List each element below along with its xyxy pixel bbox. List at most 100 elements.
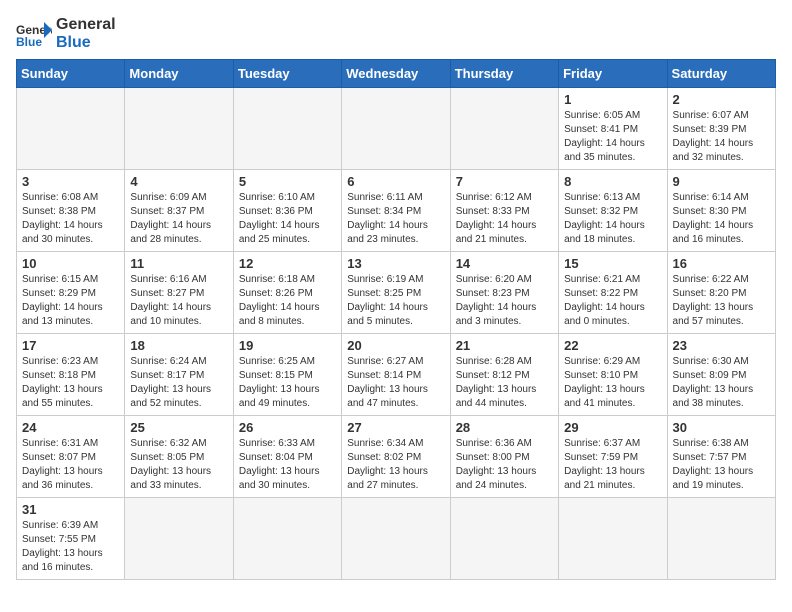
day-number: 23 (673, 338, 770, 353)
calendar-cell: 27 Sunrise: 6:34 AM Sunset: 8:02 PM Dayli… (342, 416, 450, 498)
day-info: Sunrise: 6:11 AM Sunset: 8:34 PM Dayligh… (347, 191, 444, 247)
calendar-cell: 29 Sunrise: 6:37 AM Sunset: 7:59 PM Dayli… (559, 416, 667, 498)
calendar-cell (125, 88, 233, 170)
day-number: 30 (673, 420, 770, 435)
day-number: 25 (130, 420, 227, 435)
day-number: 15 (564, 256, 661, 271)
calendar-cell (450, 498, 558, 580)
day-header-saturday: Saturday (667, 60, 775, 88)
logo: General Blue General Blue (16, 16, 116, 51)
day-info: Sunrise: 6:37 AM Sunset: 7:59 PM Dayligh… (564, 437, 661, 493)
day-number: 13 (347, 256, 444, 271)
day-info: Sunrise: 6:22 AM Sunset: 8:20 PM Dayligh… (673, 273, 770, 329)
day-info: Sunrise: 6:19 AM Sunset: 8:25 PM Dayligh… (347, 273, 444, 329)
calendar-cell: 25 Sunrise: 6:32 AM Sunset: 8:05 PM Dayli… (125, 416, 233, 498)
day-number: 11 (130, 256, 227, 271)
day-number: 5 (239, 174, 336, 189)
day-info: Sunrise: 6:39 AM Sunset: 7:55 PM Dayligh… (22, 519, 119, 575)
day-number: 17 (22, 338, 119, 353)
day-number: 10 (22, 256, 119, 271)
day-info: Sunrise: 6:21 AM Sunset: 8:22 PM Dayligh… (564, 273, 661, 329)
day-info: Sunrise: 6:07 AM Sunset: 8:39 PM Dayligh… (673, 109, 770, 165)
day-number: 27 (347, 420, 444, 435)
day-info: Sunrise: 6:15 AM Sunset: 8:29 PM Dayligh… (22, 273, 119, 329)
calendar-table: SundayMondayTuesdayWednesdayThursdayFrid… (16, 59, 776, 580)
calendar-cell: 22 Sunrise: 6:29 AM Sunset: 8:10 PM Dayli… (559, 334, 667, 416)
day-number: 21 (456, 338, 553, 353)
calendar-cell: 5 Sunrise: 6:10 AM Sunset: 8:36 PM Daylig… (233, 170, 341, 252)
calendar-cell: 18Sunrise: 6:24 AM Sunset: 8:17 PM Dayli… (125, 334, 233, 416)
day-number: 29 (564, 420, 661, 435)
calendar-cell: 26Sunrise: 6:33 AM Sunset: 8:04 PM Dayli… (233, 416, 341, 498)
day-number: 2 (673, 92, 770, 107)
calendar-cell (125, 498, 233, 580)
calendar-cell: 4Sunrise: 6:09 AM Sunset: 8:37 PM Daylig… (125, 170, 233, 252)
day-number: 20 (347, 338, 444, 353)
day-header-friday: Friday (559, 60, 667, 88)
calendar-cell: 30 Sunrise: 6:38 AM Sunset: 7:57 PM Dayli… (667, 416, 775, 498)
day-number: 26 (239, 420, 336, 435)
calendar-cell: 12 Sunrise: 6:18 AM Sunset: 8:26 PM Dayli… (233, 252, 341, 334)
day-number: 9 (673, 174, 770, 189)
day-info: Sunrise: 6:18 AM Sunset: 8:26 PM Dayligh… (239, 273, 336, 329)
day-number: 16 (673, 256, 770, 271)
day-number: 7 (456, 174, 553, 189)
calendar-cell: 31 Sunrise: 6:39 AM Sunset: 7:55 PM Dayli… (17, 498, 125, 580)
calendar-cell: 1Sunrise: 6:05 AM Sunset: 8:41 PM Daylig… (559, 88, 667, 170)
day-number: 28 (456, 420, 553, 435)
day-info: Sunrise: 6:14 AM Sunset: 8:30 PM Dayligh… (673, 191, 770, 247)
day-number: 6 (347, 174, 444, 189)
day-info: Sunrise: 6:38 AM Sunset: 7:57 PM Dayligh… (673, 437, 770, 493)
calendar-cell: 19 Sunrise: 6:25 AM Sunset: 8:15 PM Dayli… (233, 334, 341, 416)
calendar-cell: 21 Sunrise: 6:28 AM Sunset: 8:12 PM Dayli… (450, 334, 558, 416)
day-info: Sunrise: 6:25 AM Sunset: 8:15 PM Dayligh… (239, 355, 336, 411)
day-number: 8 (564, 174, 661, 189)
calendar-cell: 14 Sunrise: 6:20 AM Sunset: 8:23 PM Dayli… (450, 252, 558, 334)
day-number: 22 (564, 338, 661, 353)
calendar-cell (342, 88, 450, 170)
calendar-cell (559, 498, 667, 580)
calendar-cell: 15 Sunrise: 6:21 AM Sunset: 8:22 PM Dayli… (559, 252, 667, 334)
calendar-cell: 20 Sunrise: 6:27 AM Sunset: 8:14 PM Dayli… (342, 334, 450, 416)
calendar-cell: 23 Sunrise: 6:30 AM Sunset: 8:09 PM Dayli… (667, 334, 775, 416)
day-info: Sunrise: 6:32 AM Sunset: 8:05 PM Dayligh… (130, 437, 227, 493)
day-info: Sunrise: 6:28 AM Sunset: 8:12 PM Dayligh… (456, 355, 553, 411)
calendar-cell: 10 Sunrise: 6:15 AM Sunset: 8:29 PM Dayli… (17, 252, 125, 334)
calendar-cell (233, 88, 341, 170)
calendar-cell: 3 Sunrise: 6:08 AM Sunset: 8:38 PM Daylig… (17, 170, 125, 252)
day-header-tuesday: Tuesday (233, 60, 341, 88)
calendar-cell: 9 Sunrise: 6:14 AM Sunset: 8:30 PM Daylig… (667, 170, 775, 252)
day-info: Sunrise: 6:12 AM Sunset: 8:33 PM Dayligh… (456, 191, 553, 247)
day-info: Sunrise: 6:13 AM Sunset: 8:32 PM Dayligh… (564, 191, 661, 247)
day-info: Sunrise: 6:10 AM Sunset: 8:36 PM Dayligh… (239, 191, 336, 247)
day-info: Sunrise: 6:08 AM Sunset: 8:38 PM Dayligh… (22, 191, 119, 247)
day-number: 12 (239, 256, 336, 271)
day-info: Sunrise: 6:29 AM Sunset: 8:10 PM Dayligh… (564, 355, 661, 411)
calendar-cell: 2 Sunrise: 6:07 AM Sunset: 8:39 PM Daylig… (667, 88, 775, 170)
day-number: 24 (22, 420, 119, 435)
day-info: Sunrise: 6:27 AM Sunset: 8:14 PM Dayligh… (347, 355, 444, 411)
calendar-cell: 13 Sunrise: 6:19 AM Sunset: 8:25 PM Dayli… (342, 252, 450, 334)
day-number: 1 (564, 92, 661, 107)
day-number: 31 (22, 502, 119, 517)
day-number: 4 (130, 174, 227, 189)
day-info: Sunrise: 6:20 AM Sunset: 8:23 PM Dayligh… (456, 273, 553, 329)
day-info: Sunrise: 6:31 AM Sunset: 8:07 PM Dayligh… (22, 437, 119, 493)
day-number: 18 (130, 338, 227, 353)
calendar-cell (342, 498, 450, 580)
day-info: Sunrise: 6:30 AM Sunset: 8:09 PM Dayligh… (673, 355, 770, 411)
day-header-thursday: Thursday (450, 60, 558, 88)
day-header-monday: Monday (125, 60, 233, 88)
day-info: Sunrise: 6:23 AM Sunset: 8:18 PM Dayligh… (22, 355, 119, 411)
day-header-sunday: Sunday (17, 60, 125, 88)
day-number: 3 (22, 174, 119, 189)
header: General Blue General Blue (16, 16, 776, 51)
day-info: Sunrise: 6:34 AM Sunset: 8:02 PM Dayligh… (347, 437, 444, 493)
calendar-cell: 28Sunrise: 6:36 AM Sunset: 8:00 PM Dayli… (450, 416, 558, 498)
day-number: 19 (239, 338, 336, 353)
calendar-cell (17, 88, 125, 170)
day-number: 14 (456, 256, 553, 271)
calendar-cell: 8 Sunrise: 6:13 AM Sunset: 8:32 PM Daylig… (559, 170, 667, 252)
calendar-cell (667, 498, 775, 580)
calendar-cell: 16 Sunrise: 6:22 AM Sunset: 8:20 PM Dayli… (667, 252, 775, 334)
